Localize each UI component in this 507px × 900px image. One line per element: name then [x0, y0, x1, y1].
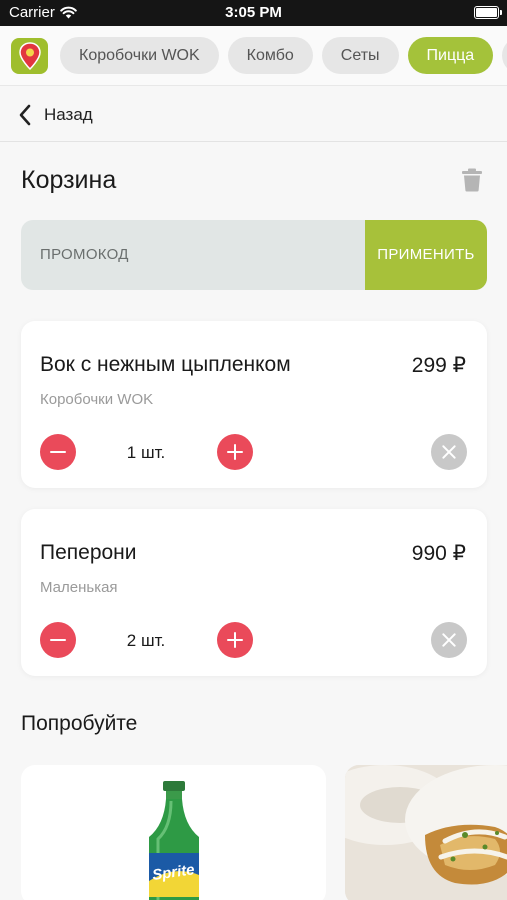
category-chips: Коробочки WOK Комбо Сеты Пицца: [60, 37, 507, 74]
cart-item: Вок с нежным цыпленком 299 ₽ Коробочки W…: [21, 321, 487, 488]
food-dish-image: [345, 765, 507, 900]
category-chip-wok[interactable]: Коробочки WOK: [60, 37, 219, 74]
remove-item-button[interactable]: [431, 622, 467, 658]
page-title: Корзина: [21, 166, 117, 194]
cart-item: Пеперони 990 ₽ Маленькая 2 шт.: [21, 509, 487, 676]
increase-quantity-button[interactable]: [217, 434, 253, 470]
cart-item-name: Вок с нежным цыпленком: [40, 353, 291, 376]
cart-item-price: 299 ₽: [411, 354, 466, 377]
cart-item-price: 990 ₽: [411, 542, 466, 565]
apply-promo-button[interactable]: ПРИМЕНИТЬ: [365, 220, 487, 290]
category-chip-pizza[interactable]: Пицца: [407, 37, 494, 74]
category-chip-sets[interactable]: Сеты: [321, 37, 399, 74]
cart-item-quantity: 2 шт.: [126, 631, 166, 650]
status-bar: Carrier 3:05 PM: [0, 0, 507, 26]
promo-code-form: ПРОМОКОД ПРИМЕНИТЬ: [21, 220, 487, 290]
decrease-quantity-button[interactable]: [40, 434, 76, 470]
remove-item-button[interactable]: [431, 434, 467, 470]
product-card[interactable]: [345, 765, 507, 900]
back-button[interactable]: Назад: [18, 95, 93, 135]
clock: 3:05 PM: [225, 4, 282, 21]
battery-icon: [474, 6, 502, 19]
cart-item-quantity: 1 шт.: [126, 443, 166, 462]
category-chip-next[interactable]: [502, 37, 507, 74]
recommendations-title: Попробуйте: [21, 712, 138, 735]
category-bar: Коробочки WOK Комбо Сеты Пицца: [0, 26, 507, 86]
cart-item-name: Пеперони: [40, 541, 137, 564]
promo-code-input[interactable]: ПРОМОКОД: [40, 220, 129, 290]
increase-quantity-button[interactable]: [217, 622, 253, 658]
chevron-left-icon: [19, 104, 31, 126]
back-label: Назад: [44, 105, 93, 124]
app-logo[interactable]: [11, 38, 48, 74]
product-card[interactable]: Sprite: [21, 765, 326, 900]
navigation-bar: Назад: [0, 87, 507, 142]
decrease-quantity-button[interactable]: [40, 622, 76, 658]
cart-item-subtitle: Маленькая: [40, 579, 118, 596]
category-chip-combo[interactable]: Комбо: [227, 37, 313, 74]
sprite-bottle-image: Sprite: [149, 781, 199, 900]
cart-item-subtitle: Коробочки WOK: [40, 391, 154, 408]
map-pin-icon: [18, 42, 41, 70]
trash-icon[interactable]: [461, 168, 483, 192]
